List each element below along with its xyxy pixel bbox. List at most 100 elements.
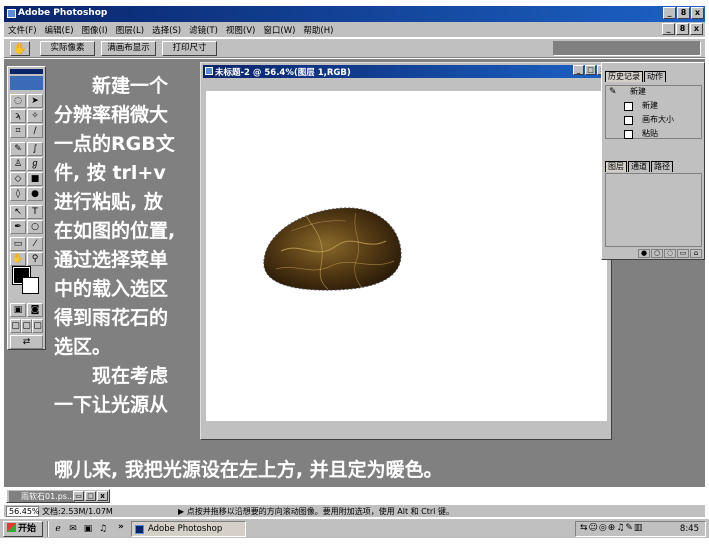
instruction-line: 得到雨花石的: [54, 307, 169, 329]
maximize-button[interactable]: 8: [677, 7, 690, 19]
start-label: 开始: [18, 524, 37, 534]
instruction-line: 件, 按 trl+v: [54, 162, 166, 184]
eraser-tool-icon[interactable]: ◇: [10, 172, 26, 186]
min-doc-restore-button[interactable]: ▭: [73, 491, 84, 501]
status-bar: 56.45% 文档:2.53M/1.07M ▶ 点按并拖移以沿想要的方向滚动图像…: [4, 504, 705, 517]
jump-to-imageready-icon[interactable]: ⇄: [10, 335, 43, 349]
screen-mode-3-icon[interactable]: ▢: [32, 319, 43, 333]
tray-icons[interactable]: ⇆☺◎⊕♫✎▥: [580, 523, 643, 533]
pebble-image: [263, 207, 402, 291]
menu-edit[interactable]: 编辑(E): [41, 22, 78, 37]
hand-icon[interactable]: ✋: [10, 252, 26, 266]
docwin-minimize-button[interactable]: _: [573, 65, 584, 75]
print-size-button[interactable]: 打印尺寸: [162, 41, 217, 56]
desktop-icon[interactable]: ▣: [82, 523, 94, 535]
minimized-document[interactable]: 雨软石01.ps... ▭ □ x: [6, 489, 110, 503]
lasso-tool-icon[interactable]: ϡ: [10, 109, 26, 123]
menu-filter[interactable]: 滤镜(T): [185, 22, 222, 37]
new-path-icon[interactable]: ▭: [677, 249, 689, 258]
tab-layers[interactable]: 图层: [605, 161, 627, 172]
screen-mode-1-icon[interactable]: ▢: [10, 319, 21, 333]
history-item[interactable]: 粘贴: [606, 128, 701, 140]
move-tool-icon[interactable]: ➤: [27, 94, 43, 108]
slice-tool-icon[interactable]: ∕: [27, 124, 43, 138]
menu-select[interactable]: 选择(S): [148, 22, 185, 37]
notes-tool-icon[interactable]: ▭: [10, 237, 26, 251]
tab-channels[interactable]: 通道: [628, 161, 650, 172]
fit-on-screen-button[interactable]: 满画布显示: [101, 41, 156, 56]
history-snapshot-label: 新建: [630, 87, 646, 96]
instruction-bottom-line: 哪儿来, 我把光源设在左上方, 并且定为暖色。: [54, 459, 443, 481]
eyedropper-tool-icon[interactable]: ⁄: [27, 237, 43, 251]
history-snapshot[interactable]: ✎ 新建: [606, 86, 701, 98]
doc-close-button[interactable]: x: [690, 23, 703, 35]
quick-mask-icon[interactable]: ◙: [27, 303, 43, 317]
instruction-line: 一下让光源从: [54, 394, 169, 416]
brush-tool-icon[interactable]: ∫: [27, 142, 43, 156]
min-doc-maximize-button[interactable]: □: [85, 491, 96, 501]
gradient-tool-icon[interactable]: ■: [27, 172, 43, 186]
outlook-icon[interactable]: ✉: [67, 523, 79, 535]
magic-wand-icon[interactable]: ✧: [27, 109, 43, 123]
app-title-bar: Adobe Photoshop _ 8 x: [4, 6, 705, 22]
toolbox: ◌ ➤ ϡ ✧ ⌗ ∕ ✎ ∫ ♙ ℊ ◇ ■ ◊ ● ↖ T ✒ ○ ▭ ⁄ …: [7, 66, 46, 350]
instruction-line: 在如图的位置,: [54, 220, 176, 242]
menu-image[interactable]: 图像(I): [78, 22, 112, 37]
zoom-field[interactable]: 56.45%: [6, 506, 40, 517]
blur-tool-icon[interactable]: ◊: [10, 187, 26, 201]
menu-window[interactable]: 窗口(W): [259, 22, 299, 37]
history-item[interactable]: 新建: [606, 100, 701, 112]
menu-view[interactable]: 视图(V): [222, 22, 259, 37]
ie-icon[interactable]: ℯ: [52, 523, 64, 535]
app-title: Adobe Photoshop: [18, 8, 108, 18]
instruction-line: 进行粘贴, 放: [54, 191, 163, 213]
tab-actions[interactable]: 动作: [644, 71, 666, 82]
zoom-tool-icon[interactable]: ⚲: [27, 252, 43, 266]
shape-tool-icon[interactable]: ○: [27, 220, 43, 234]
document-size[interactable]: 文档:2.53M/1.07M: [42, 506, 172, 517]
palette-panels: 历史记录 动作 ✎ 新建 新建 画布大小 粘贴 图层 通道 路径 ● ○ ◌ ▭…: [601, 62, 705, 260]
min-doc-close-button[interactable]: x: [97, 491, 108, 501]
minimize-button[interactable]: _: [663, 7, 676, 19]
photoshop-logo-icon[interactable]: [10, 76, 43, 90]
delete-path-icon[interactable]: ⌂: [690, 249, 702, 258]
hand-tool-icon[interactable]: ✋: [10, 41, 30, 56]
load-selection-icon[interactable]: ◌: [664, 249, 676, 258]
standard-mode-icon[interactable]: ▣: [10, 303, 26, 317]
image-canvas[interactable]: [206, 91, 607, 421]
tab-paths[interactable]: 路径: [651, 161, 673, 172]
history-item[interactable]: 画布大小: [606, 114, 701, 126]
document-window: 未标题-2 @ 56.4%(图层 1,RGB) _ □ x: [200, 62, 612, 440]
type-tool-icon[interactable]: T: [27, 205, 43, 219]
actual-pixels-button[interactable]: 实际像素: [40, 41, 95, 56]
clock[interactable]: 8:45: [680, 524, 699, 534]
stamp-tool-icon[interactable]: ♙: [10, 157, 26, 171]
crop-tool-icon[interactable]: ⌗: [10, 124, 26, 138]
history-brush-icon[interactable]: ℊ: [27, 157, 43, 171]
doc-restore-button[interactable]: 8: [676, 23, 689, 35]
instruction-line: 选区。: [54, 336, 112, 358]
dodge-tool-icon[interactable]: ●: [27, 187, 43, 201]
doc-minimize-button[interactable]: _: [662, 23, 675, 35]
media-icon[interactable]: ♫: [97, 523, 109, 535]
taskbar-photoshop-button[interactable]: Adobe Photoshop: [131, 521, 246, 537]
close-button[interactable]: x: [691, 7, 704, 19]
background-color-swatch[interactable]: [22, 277, 39, 294]
stroke-path-icon[interactable]: ○: [651, 249, 663, 258]
marquee-tool-icon[interactable]: ◌: [10, 94, 26, 108]
palette-well: [553, 41, 701, 56]
instruction-line: 现在考虑: [92, 365, 169, 387]
instruction-line: 通过选择菜单: [54, 249, 169, 271]
tab-history[interactable]: 历史记录: [605, 71, 643, 82]
fill-path-icon[interactable]: ●: [638, 249, 650, 258]
menu-layer[interactable]: 图层(L): [112, 22, 148, 37]
screen-mode-2-icon[interactable]: ▢: [21, 319, 32, 333]
path-select-icon[interactable]: ↖: [10, 205, 26, 219]
docwin-maximize-button[interactable]: □: [585, 65, 596, 75]
start-button[interactable]: 开始: [3, 521, 43, 537]
menu-help[interactable]: 帮助(H): [299, 22, 337, 37]
healing-brush-icon[interactable]: ✎: [10, 142, 26, 156]
pen-tool-icon[interactable]: ✒: [10, 220, 26, 234]
quicklaunch-more[interactable]: »: [118, 522, 124, 532]
menu-file[interactable]: 文件(F): [4, 22, 41, 37]
